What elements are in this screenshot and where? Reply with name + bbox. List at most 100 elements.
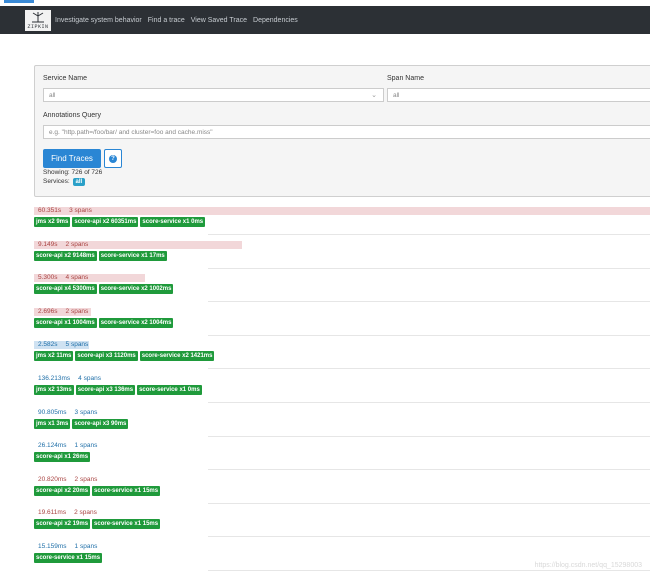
trace-row[interactable]: 26.124ms 1 spans score-api x1 26ms <box>34 438 650 471</box>
service-tag[interactable]: score-api x1 1004ms <box>34 317 97 328</box>
nav-links: Investigate system behavior Find a trace… <box>55 17 304 24</box>
zipkin-logo[interactable]: ZIPKIN <box>25 9 51 31</box>
trace-header: 20.820ms 2 spans <box>38 476 97 484</box>
trace-span-count: 4 spans <box>78 375 101 382</box>
service-tag[interactable]: score-service x1 15ms <box>34 553 103 563</box>
trace-span-count: 4 spans <box>65 274 89 282</box>
annotations-query-input[interactable]: e.g. "http.path=/foo/bar/ and cluster=fo… <box>43 125 650 139</box>
trace-duration: 5.300s <box>38 274 58 282</box>
service-tag[interactable]: jms x2 9ms <box>34 217 71 227</box>
search-panel: Service Name all ⌄ Span Name all Annotat… <box>34 65 650 197</box>
trace-span-count: 3 spans <box>69 207 92 214</box>
trace-duration: 20.820ms <box>38 475 67 483</box>
service-tag[interactable]: score-service x1 15ms <box>92 485 161 496</box>
chevron-down-icon: ⌄ <box>371 92 377 99</box>
service-name-select[interactable]: all ⌄ <box>43 88 384 102</box>
trace-span-count: 3 spans <box>74 408 98 416</box>
service-tag[interactable]: score-api x2 9148ms <box>34 250 97 261</box>
services-badge[interactable]: all <box>72 178 86 186</box>
top-accent <box>4 0 34 3</box>
trace-duration: 2.582s <box>38 341 58 349</box>
nav-link-dependencies[interactable]: Dependencies <box>253 17 298 24</box>
trace-header: 90.805ms 3 spans <box>38 409 97 417</box>
nav-link-find-trace[interactable]: Find a trace <box>148 17 185 24</box>
row-divider <box>208 301 650 303</box>
annotations-query-label: Annotations Query <box>43 112 101 119</box>
watermark: https://blog.csdn.net/qq_15298003 <box>534 562 642 569</box>
row-divider <box>208 570 650 571</box>
row-divider <box>208 267 650 269</box>
row-divider <box>208 536 650 538</box>
service-tag[interactable]: score-api x3 136ms <box>75 385 136 395</box>
service-tags: jms x1 3ms score-api x3 90ms <box>34 418 130 429</box>
service-tag[interactable]: score-api x3 1120ms <box>75 351 138 362</box>
service-tags: jms x2 11ms score-api x3 1120ms score-serv… <box>34 351 216 362</box>
service-tags: score-api x1 1004ms score-service x2 1004… <box>34 317 175 328</box>
logo-text: ZIPKIN <box>27 23 49 30</box>
trace-header: 2.582s 5 spans <box>38 341 88 349</box>
trace-duration: 60.351s <box>38 207 62 214</box>
services-row: Services: all <box>43 178 86 186</box>
service-tag[interactable]: score-service x2 1002ms <box>98 284 174 295</box>
trace-row[interactable]: 2.582s 5 spans jms x2 11ms score-api x3 112… <box>34 337 650 370</box>
service-tags: jms x2 9ms score-api x2 60351ms score-serv… <box>34 217 207 227</box>
service-tag[interactable]: score-service x1 0ms <box>137 385 202 395</box>
find-traces-button[interactable]: Find Traces <box>43 149 101 168</box>
service-tag[interactable]: score-service x1 17ms <box>98 250 167 261</box>
trace-duration: 26.124ms <box>38 442 67 450</box>
trace-duration: 136.213ms <box>38 375 71 382</box>
service-tag[interactable]: score-service x1 0ms <box>140 217 206 227</box>
span-name-label: Span Name <box>387 75 424 82</box>
help-button[interactable]: ? <box>104 149 122 168</box>
service-tag[interactable]: jms x1 3ms <box>34 418 71 429</box>
trace-header: 2.696s 2 spans <box>38 308 88 316</box>
nav-link-view-saved-trace[interactable]: View Saved Trace <box>191 17 247 24</box>
trace-span-count: 1 spans <box>74 442 98 450</box>
trace-row[interactable]: 19.611ms 2 spans score-api x2 19ms score-se… <box>34 505 650 538</box>
services-label: Services: <box>43 178 70 185</box>
trace-duration: 19.611ms <box>38 509 67 517</box>
showing-count: Showing: 726 of 726 <box>43 169 103 176</box>
trace-header: 136.213ms 4 spans <box>38 375 101 383</box>
row-divider <box>208 402 650 403</box>
trace-span-count: 2 spans <box>65 240 89 248</box>
service-tag[interactable]: score-api x1 26ms <box>34 452 91 463</box>
service-tag[interactable]: score-api x4 5300ms <box>34 284 97 295</box>
service-tag[interactable]: score-api x2 20ms <box>34 485 91 496</box>
trace-row[interactable]: 90.805ms 3 spans jms x1 3ms score-api x3 90… <box>34 405 650 437</box>
service-tag[interactable]: score-service x2 1004ms <box>98 317 174 328</box>
service-tag[interactable]: score-api x2 60351ms <box>72 217 139 227</box>
trace-duration: 15.159ms <box>38 543 67 550</box>
trace-duration: 90.805ms <box>38 408 67 416</box>
service-tag[interactable]: jms x2 11ms <box>34 351 74 362</box>
row-divider <box>208 368 650 370</box>
row-divider <box>208 469 650 471</box>
question-icon: ? <box>109 154 117 163</box>
trace-duration: 9.149s <box>38 240 58 248</box>
annotations-query-placeholder: e.g. "http.path=/foo/bar/ and cluster=fo… <box>49 129 213 136</box>
navbar: ZIPKIN Investigate system behavior Find … <box>0 6 650 34</box>
trace-span-count: 1 spans <box>74 543 98 550</box>
service-tags: score-api x4 5300ms score-service x2 1002… <box>34 284 175 295</box>
trace-span-count: 2 spans <box>74 475 98 483</box>
trace-row[interactable]: 9.149s 2 spans score-api x2 9148ms score-se… <box>34 237 650 269</box>
trace-row[interactable]: 60.351s 3 spans jms x2 9ms score-api x2 603… <box>34 203 650 235</box>
service-tag[interactable]: score-api x3 90ms <box>72 418 129 429</box>
service-tag[interactable]: score-service x2 1421ms <box>139 351 215 362</box>
nav-link-investigate[interactable]: Investigate system behavior <box>55 17 142 24</box>
service-tag[interactable]: jms x2 13ms <box>34 385 74 395</box>
service-tag[interactable]: score-service x1 15ms <box>92 519 161 530</box>
span-name-select[interactable]: all <box>387 88 650 102</box>
service-tag[interactable]: score-api x2 19ms <box>34 519 91 530</box>
trace-row[interactable]: 5.300s 4 spans score-api x4 5300ms score-se… <box>34 270 650 303</box>
trace-row[interactable]: 136.213ms 4 spans jms x2 13ms score-api x3 … <box>34 371 650 403</box>
trace-header: 60.351s 3 spans <box>38 207 92 215</box>
service-tags: score-api x2 19ms score-service x1 15ms <box>34 519 162 530</box>
trace-header: 19.611ms 2 spans <box>38 509 97 517</box>
service-name-label: Service Name <box>43 75 87 82</box>
trace-row[interactable]: 2.696s 2 spans score-api x1 1004ms score-se… <box>34 304 650 336</box>
row-divider <box>208 502 650 504</box>
service-tags: score-api x1 26ms <box>34 452 92 463</box>
trace-row[interactable]: 20.820ms 2 spans score-api x2 20ms score-se… <box>34 472 650 504</box>
duration-bar <box>34 207 650 215</box>
